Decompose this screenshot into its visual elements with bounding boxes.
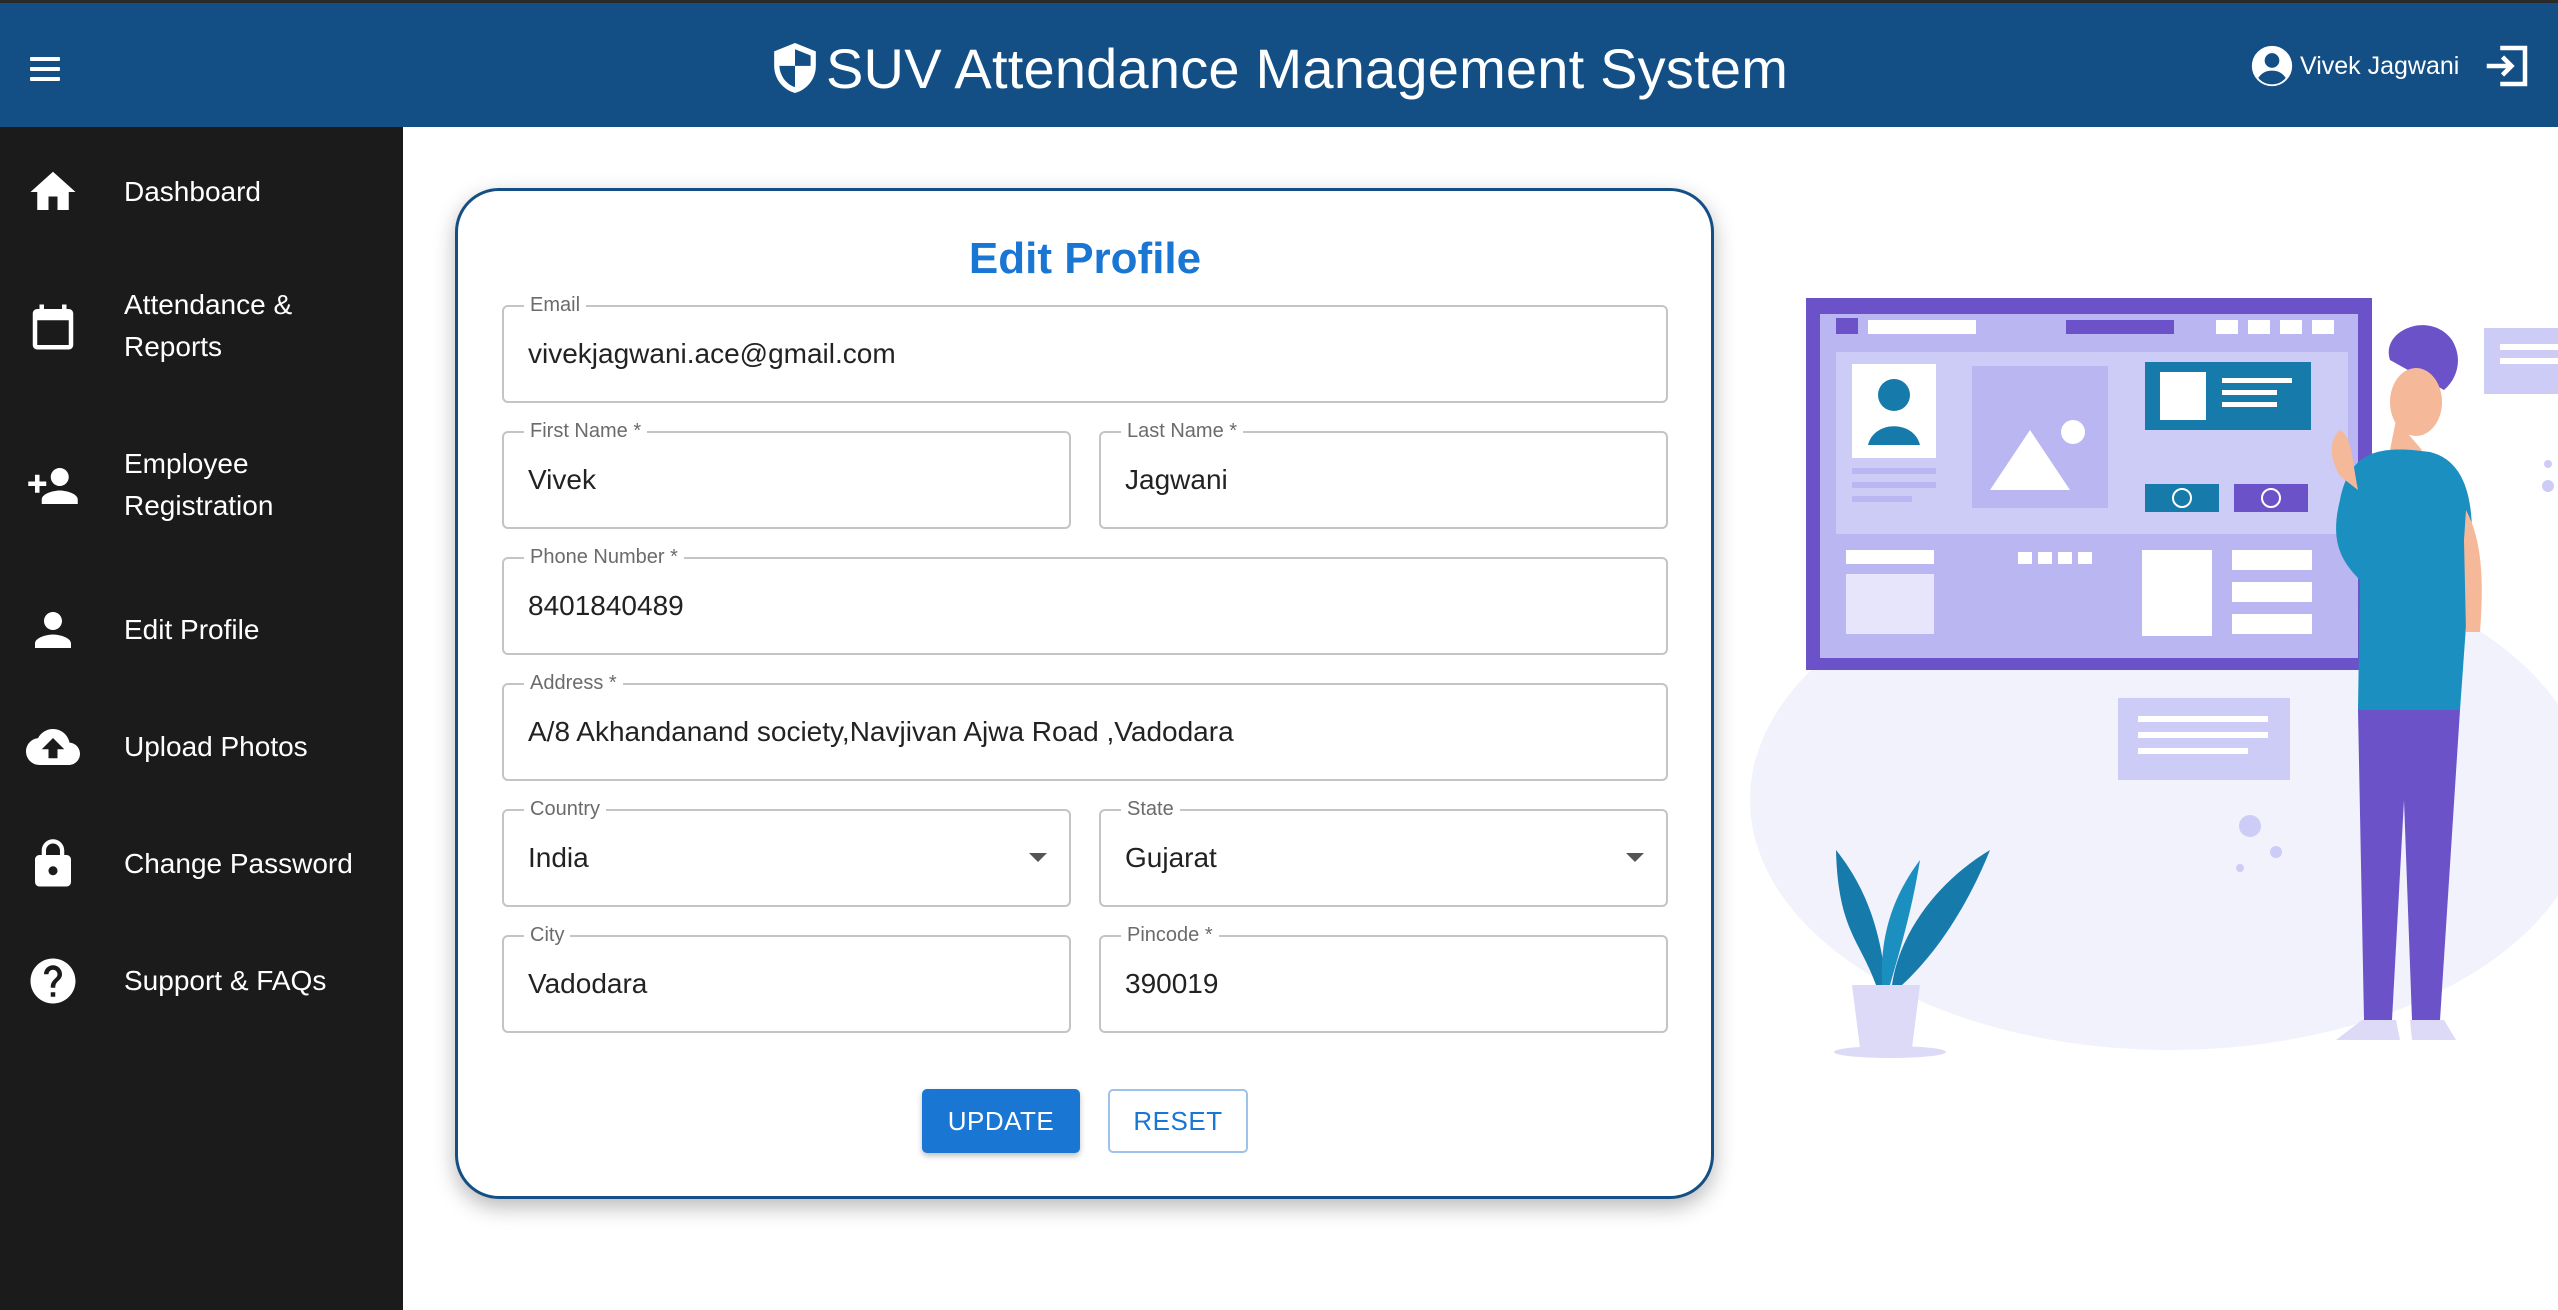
- reset-button[interactable]: RESET: [1108, 1089, 1248, 1153]
- city-value: Vadodara: [528, 968, 648, 999]
- sidebar-item-support-faqs[interactable]: Support & FAQs: [0, 946, 403, 1016]
- person-add-icon: [28, 468, 78, 504]
- sidebar: Dashboard Attendance & Reports Employee …: [0, 127, 403, 1310]
- account-circle-icon: [2251, 45, 2293, 87]
- sidebar-item-label: Attendance & Reports: [124, 289, 293, 362]
- state-select[interactable]: State Gujarat: [1099, 797, 1668, 907]
- sidebar-item-label: Employee Registration: [124, 448, 274, 521]
- last-name-field[interactable]: Last Name * Jagwani: [1099, 419, 1668, 529]
- logout-button[interactable]: [2480, 39, 2534, 93]
- sidebar-item-edit-profile[interactable]: Edit Profile: [0, 595, 403, 665]
- chevron-down-icon: [1626, 853, 1644, 862]
- user-menu[interactable]: Vivek Jagwani: [2250, 41, 2459, 91]
- cloud-upload-icon: [26, 729, 80, 765]
- sidebar-item-label: Dashboard: [124, 176, 261, 207]
- sidebar-item-upload-photos[interactable]: Upload Photos: [0, 712, 403, 782]
- sidebar-item-change-password[interactable]: Change Password: [0, 829, 403, 899]
- app-title: SUV Attendance Management System: [826, 36, 1789, 100]
- sidebar-item-label: Change Password: [124, 848, 353, 879]
- sidebar-item-dashboard[interactable]: Dashboard: [0, 157, 403, 227]
- shield-icon: [774, 43, 816, 93]
- first-name-field[interactable]: First Name * Vivek: [502, 419, 1071, 529]
- user-name: Vivek Jagwani: [2300, 51, 2460, 80]
- phone-number-value: 8401840489: [528, 590, 684, 621]
- profile-illustration: [1750, 298, 2558, 1058]
- sidebar-item-label: Edit Profile: [124, 614, 260, 645]
- chevron-down-icon: [1029, 853, 1047, 862]
- email-field[interactable]: Email vivekjagwani.ace@gmail.com: [502, 293, 1668, 403]
- city-field[interactable]: City Vadodara: [502, 923, 1071, 1033]
- sidebar-item-label: Support & FAQs: [124, 965, 327, 996]
- first-name-value: Vivek: [528, 464, 596, 495]
- pincode-field[interactable]: Pincode * 390019: [1099, 923, 1668, 1033]
- logout-icon: [2486, 45, 2528, 87]
- brand: SUV Attendance Management System: [770, 33, 1788, 103]
- country-value: India: [528, 842, 589, 873]
- address-value: A/8 Akhandanand society,Navjivan Ajwa Ro…: [528, 716, 1234, 747]
- email-value: vivekjagwani.ace@gmail.com: [528, 338, 896, 369]
- phone-number-field[interactable]: Phone Number * 8401840489: [502, 545, 1668, 655]
- home-icon: [30, 171, 76, 210]
- app-header: SUV Attendance Management System Vivek J…: [0, 0, 2558, 127]
- sidebar-item-label: Upload Photos: [124, 731, 308, 762]
- hamburger-menu-icon[interactable]: [22, 47, 70, 95]
- person-icon: [35, 612, 71, 648]
- state-value: Gujarat: [1125, 842, 1217, 873]
- country-select[interactable]: Country India: [502, 797, 1071, 907]
- address-field[interactable]: Address * A/8 Akhandanand society,Navjiv…: [502, 671, 1668, 781]
- calendar-icon: [32, 304, 74, 350]
- lock-icon: [35, 839, 71, 887]
- sidebar-item-employee-registration[interactable]: Employee Registration: [0, 441, 403, 531]
- pincode-value: 390019: [1125, 968, 1219, 999]
- help-icon: [30, 958, 76, 1004]
- last-name-value: Jagwani: [1125, 464, 1228, 495]
- sidebar-item-attendance-reports[interactable]: Attendance & Reports: [0, 282, 403, 372]
- update-button[interactable]: UPDATE: [922, 1089, 1080, 1153]
